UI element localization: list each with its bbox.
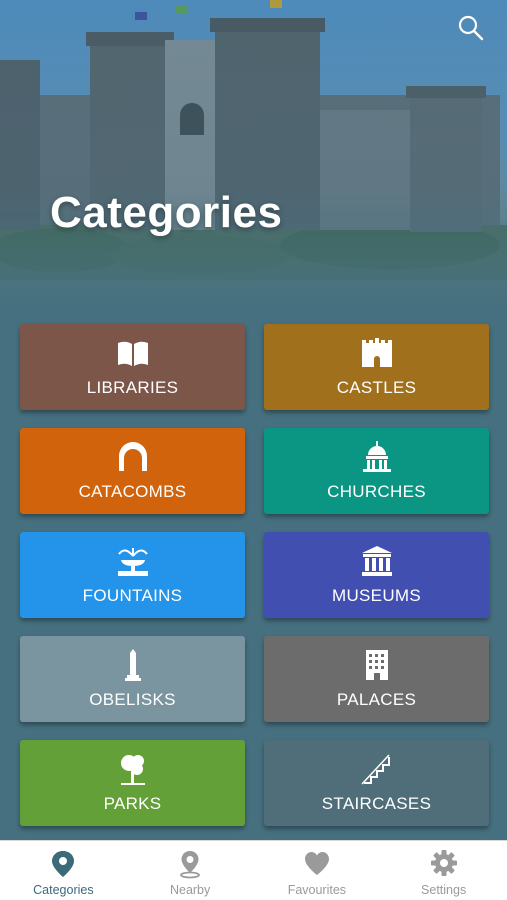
search-button[interactable] <box>457 14 485 42</box>
museum-icon <box>361 546 392 576</box>
obelisk-icon <box>124 649 141 681</box>
category-label: CATACOMBS <box>78 482 187 501</box>
category-grid: LIBRARIES CASTLES CATACOMBS CHURCHES FOU… <box>20 324 489 826</box>
category-label: PALACES <box>336 690 417 709</box>
category-label: STAIRCASES <box>321 794 432 813</box>
location-icon <box>180 851 201 879</box>
tab-label: Nearby <box>169 883 211 897</box>
arch-icon <box>118 442 147 471</box>
category-label: CHURCHES <box>327 482 426 501</box>
tab-favourites[interactable]: Favourites <box>254 841 381 900</box>
category-label: MUSEUMS <box>332 586 421 605</box>
building-icon <box>365 650 388 680</box>
category-label: CASTLES <box>336 378 417 397</box>
tab-label: Favourites <box>287 883 347 897</box>
category-tile-catacombs[interactable]: CATACOMBS <box>20 428 245 514</box>
book-icon <box>117 341 148 366</box>
tree-icon <box>120 755 145 785</box>
category-label: OBELISKS <box>89 690 176 709</box>
category-tile-obelisks[interactable]: OBELISKS <box>20 636 245 722</box>
category-tile-churches[interactable]: CHURCHES <box>264 428 489 514</box>
category-label: LIBRARIES <box>86 378 179 397</box>
tab-settings[interactable]: Settings <box>380 841 507 900</box>
category-tile-staircases[interactable]: STAIRCASES <box>264 740 489 826</box>
category-tile-castles[interactable]: CASTLES <box>264 324 489 410</box>
castle-icon <box>361 338 392 367</box>
search-icon <box>458 15 484 41</box>
tab-label: Categories <box>33 883 94 897</box>
category-label: PARKS <box>103 794 162 813</box>
tab-label: Settings <box>421 883 467 897</box>
category-tile-libraries[interactable]: LIBRARIES <box>20 324 245 410</box>
category-tile-fountains[interactable]: FOUNTAINS <box>20 532 245 618</box>
gear-icon <box>430 850 457 876</box>
tab-bar: Categories Nearby Favourites Settings <box>0 840 507 900</box>
category-label: FOUNTAINS <box>82 586 183 605</box>
heart-icon <box>304 852 329 875</box>
category-tile-parks[interactable]: PARKS <box>20 740 245 826</box>
page-title: Categories <box>50 188 283 237</box>
tab-nearby[interactable]: Nearby <box>127 841 254 900</box>
map-pin-icon <box>52 851 75 877</box>
stairs-icon <box>360 754 390 785</box>
tab-categories[interactable]: Categories <box>0 841 127 900</box>
hero-banner: Categories <box>0 0 507 308</box>
fountain-icon <box>117 548 148 576</box>
church-dome-icon <box>362 441 391 472</box>
category-tile-palaces[interactable]: PALACES <box>264 636 489 722</box>
category-tile-museums[interactable]: MUSEUMS <box>264 532 489 618</box>
